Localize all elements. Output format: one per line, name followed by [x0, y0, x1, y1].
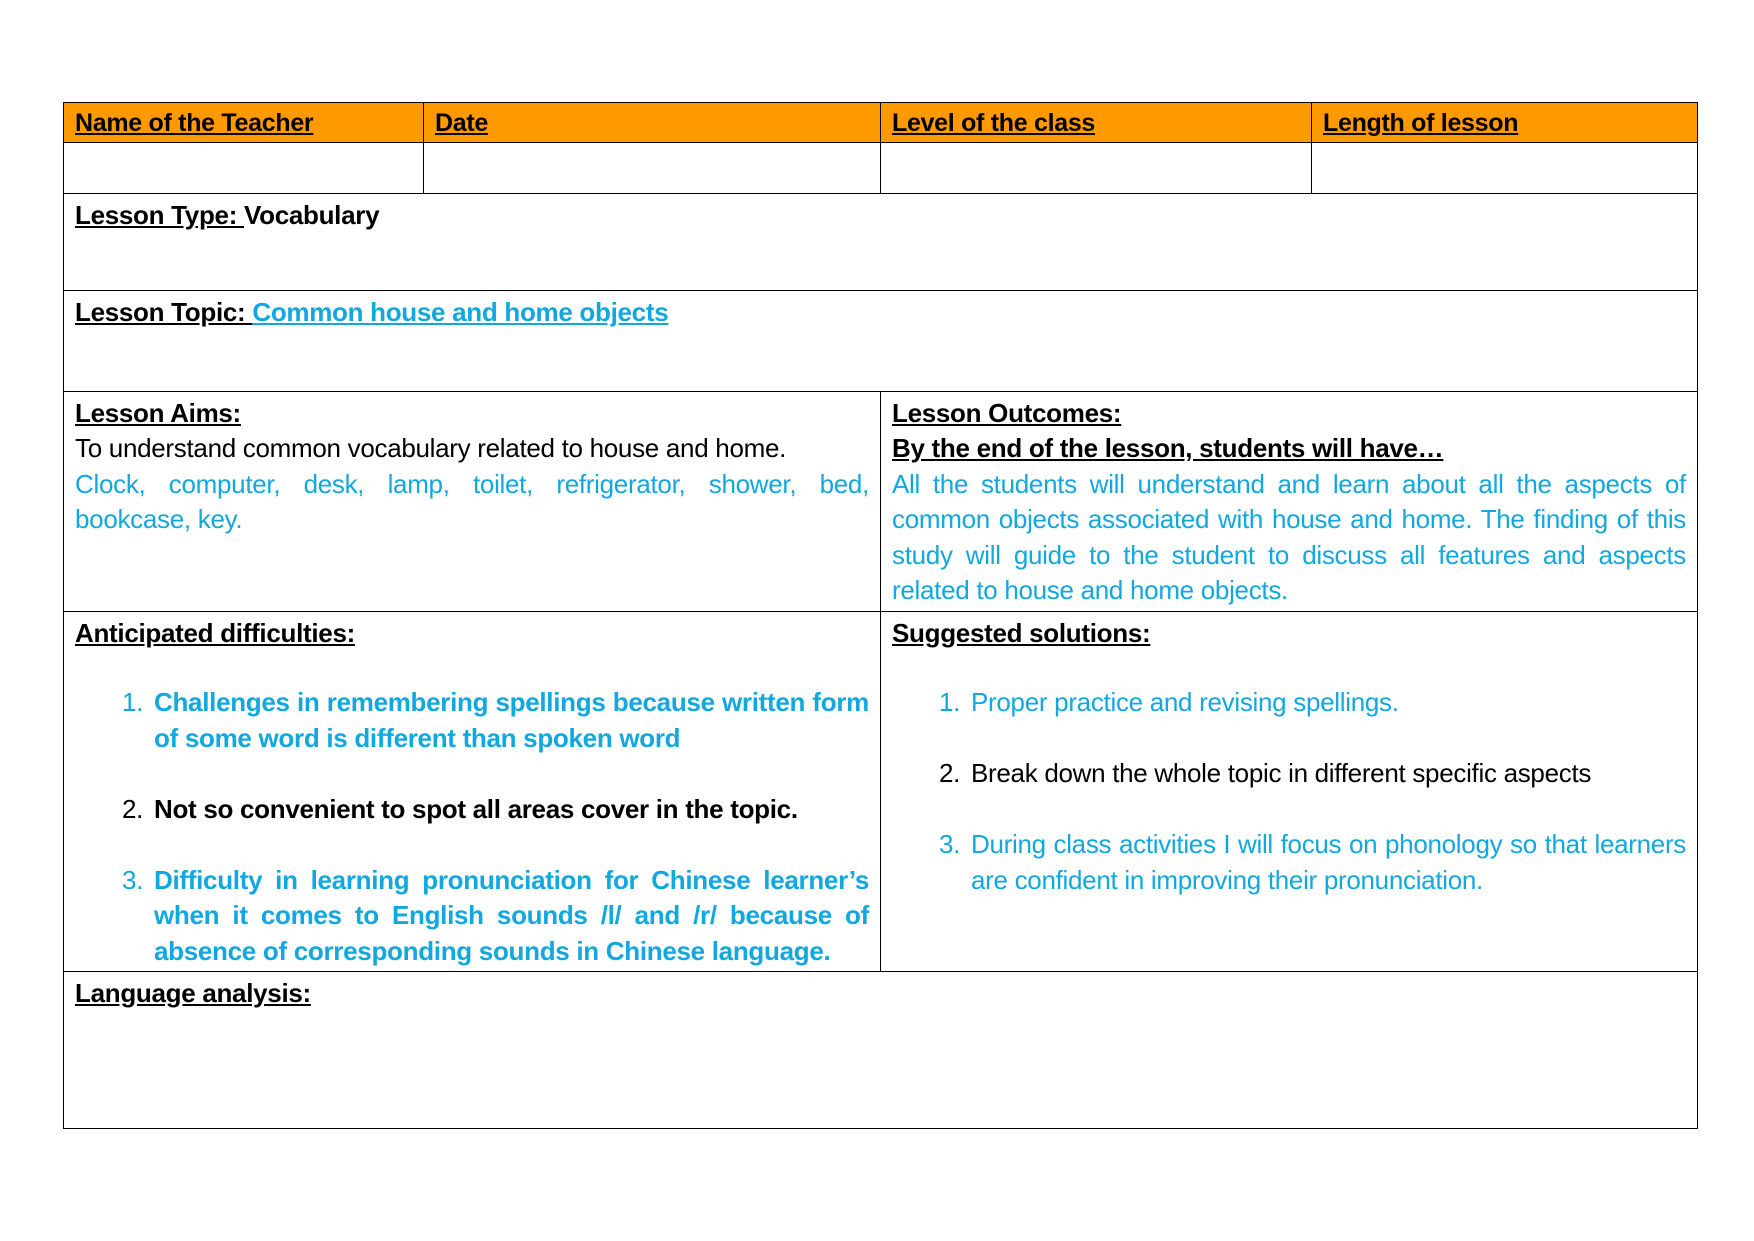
lesson-aims-text: To understand common vocabulary related … — [75, 433, 787, 463]
lesson-outcomes-cell: Lesson Outcomes: By the end of the lesso… — [880, 390, 1698, 612]
level-header-cell: Level of the class — [880, 102, 1312, 143]
difficulties-list: Challenges in remembering spellings beca… — [75, 685, 869, 969]
solution-item: During class activities I will focus on … — [967, 827, 1686, 898]
difficulty-item: Challenges in remembering spellings beca… — [150, 685, 869, 756]
header-values-row — [63, 141, 1698, 194]
difficulty-item: Difficulty in learning pronunciation for… — [150, 863, 869, 970]
date-header-cell: Date — [423, 102, 881, 143]
level-value-cell[interactable] — [880, 141, 1312, 194]
solution-item: Proper practice and revising spellings. — [967, 685, 1686, 721]
language-analysis-cell: Language analysis: — [63, 971, 1698, 1129]
teacher-value-cell[interactable] — [63, 141, 424, 194]
date-header-label: Date — [435, 109, 488, 137]
level-header-label: Level of the class — [892, 109, 1096, 137]
language-analysis-label: Language analysis: — [75, 978, 311, 1008]
lesson-type-cell: Lesson Type: Vocabulary — [63, 192, 1698, 291]
lesson-outcomes-text: All the students will understand and lea… — [892, 468, 1686, 606]
length-header-cell: Length of lesson — [1311, 102, 1698, 143]
lesson-topic-value: Common house and home objects — [252, 296, 669, 327]
difficulty-item: Not so convenient to spot all areas cove… — [150, 792, 869, 828]
lesson-topic-label: Lesson Topic: — [75, 296, 253, 327]
suggested-solutions-label: Suggested solutions: — [892, 617, 1151, 648]
language-analysis-row: Language analysis: — [63, 971, 1698, 1129]
lesson-topic-row: Lesson Topic: Common house and home obje… — [63, 289, 1698, 392]
suggested-solutions-cell: Suggested solutions: Proper practice and… — [880, 610, 1698, 972]
lesson-outcomes-subheading: By the end of the lesson, students will … — [892, 433, 1444, 463]
header-row: Name of the Teacher Date Level of the cl… — [63, 102, 1698, 143]
length-header-label: Length of lesson — [1323, 109, 1519, 137]
anticipated-difficulties-label: Anticipated difficulties: — [75, 617, 355, 648]
anticipated-difficulties-cell: Anticipated difficulties: Challenges in … — [63, 610, 881, 972]
lesson-topic-cell: Lesson Topic: Common house and home obje… — [63, 289, 1698, 392]
aims-outcomes-row: Lesson Aims: To understand common vocabu… — [63, 390, 1698, 612]
difficulties-solutions-row: Anticipated difficulties: Challenges in … — [63, 610, 1698, 972]
lesson-plan-table: Name of the Teacher Date Level of the cl… — [63, 102, 1698, 1129]
lesson-type-label: Lesson Type: — [75, 199, 244, 230]
solution-item: Break down the whole topic in different … — [967, 756, 1686, 792]
lesson-aims-cell: Lesson Aims: To understand common vocabu… — [63, 390, 881, 612]
lesson-type-value: Vocabulary — [244, 199, 380, 230]
lesson-outcomes-label: Lesson Outcomes: — [892, 397, 1122, 428]
lesson-aims-vocabulary: Clock, computer, desk, lamp, toilet, ref… — [75, 468, 869, 535]
solutions-list: Proper practice and revising spellings. … — [892, 685, 1686, 898]
date-value-cell[interactable] — [423, 141, 881, 194]
teacher-header-label: Name of the Teacher — [75, 109, 314, 137]
length-value-cell[interactable] — [1311, 141, 1698, 194]
lesson-type-row: Lesson Type: Vocabulary — [63, 192, 1698, 291]
lesson-aims-label: Lesson Aims: — [75, 397, 241, 428]
teacher-header-cell: Name of the Teacher — [63, 102, 424, 143]
